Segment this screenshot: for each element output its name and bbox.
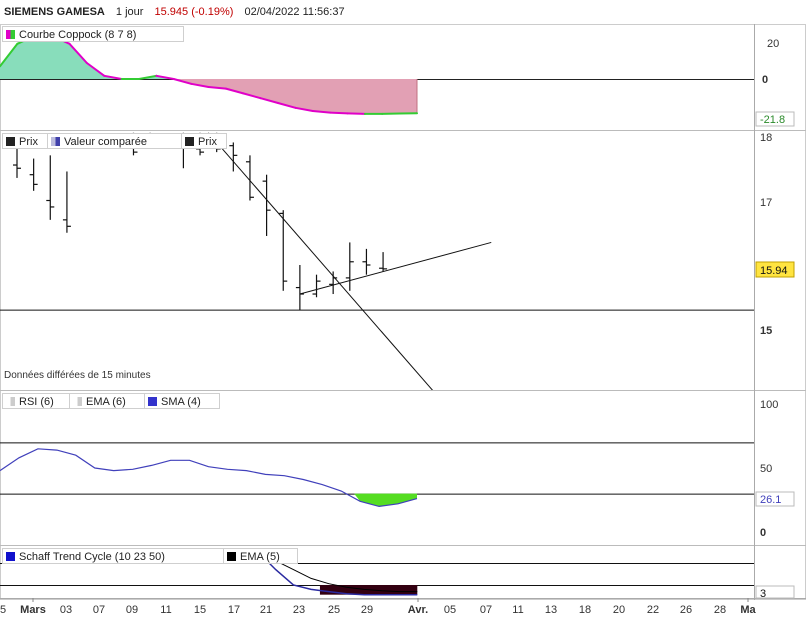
x-axis-label: 5 bbox=[0, 604, 6, 616]
coppock-legend[interactable]: Courbe Coppock (8 7 8) bbox=[2, 26, 184, 42]
price-trendline bbox=[207, 132, 433, 390]
x-axis-label: 13 bbox=[545, 604, 557, 616]
price-legend-compare[interactable]: Valeur comparée bbox=[47, 133, 182, 149]
schaff-label: Schaff Trend Cycle (10 23 50) bbox=[19, 551, 165, 563]
x-axis-label: 17 bbox=[228, 604, 240, 616]
price-tick-15: 15 bbox=[760, 325, 772, 337]
schaff-ema-label: EMA (5) bbox=[240, 551, 280, 563]
rsi-line bbox=[0, 448, 418, 508]
x-axis-label: Mars bbox=[20, 604, 46, 616]
rsi-tick-100: 100 bbox=[760, 399, 778, 411]
rsi-legend[interactable]: RSI (6) bbox=[2, 393, 70, 409]
price-tick-17: 17 bbox=[760, 197, 772, 209]
compare-swatch bbox=[51, 137, 60, 146]
rsi-label: RSI (6) bbox=[19, 396, 54, 408]
prix2-label: Prix bbox=[198, 136, 217, 148]
price-tick-18: 18 bbox=[760, 132, 772, 144]
x-axis-label: 09 bbox=[126, 604, 138, 616]
ema-label: EMA (6) bbox=[86, 396, 126, 408]
coppock-line-segment bbox=[329, 111, 349, 115]
x-axis-label: 11 bbox=[160, 604, 171, 616]
ema-swatch bbox=[73, 397, 82, 406]
price-plot bbox=[0, 132, 754, 390]
coppock-tick-0: 0 bbox=[762, 74, 768, 86]
rsi-tick-0: 0 bbox=[760, 527, 766, 539]
coppock-legend-swatch bbox=[6, 30, 15, 39]
x-axis-label: 22 bbox=[647, 604, 659, 616]
coppock-negative-area bbox=[0, 79, 417, 114]
coppock-legend-label: Courbe Coppock (8 7 8) bbox=[19, 29, 137, 41]
coppock-last-label: -21.8 bbox=[760, 114, 785, 126]
delay-note: Données différées de 15 minutes bbox=[4, 370, 151, 381]
schaff-legend[interactable]: Schaff Trend Cycle (10 23 50) bbox=[2, 548, 224, 564]
x-axis-label: 18 bbox=[579, 604, 591, 616]
sma-swatch bbox=[148, 397, 157, 406]
sma-legend[interactable]: SMA (4) bbox=[144, 393, 220, 409]
x-axis-label: 05 bbox=[444, 604, 456, 616]
rsi-swatch bbox=[6, 397, 15, 406]
prix-swatch bbox=[6, 137, 15, 146]
prix2-swatch bbox=[185, 137, 194, 146]
x-axis-label: Ma bbox=[740, 604, 756, 616]
rsi-oversold-area bbox=[354, 493, 417, 507]
x-axis-label: 26 bbox=[680, 604, 692, 616]
x-axis-label: 25 bbox=[328, 604, 340, 616]
x-axis-label: 21 bbox=[260, 604, 272, 616]
chart-stage: SIEMENS GAMESA 1 jour 15.945 (-0.19%) 02… bbox=[0, 0, 806, 618]
x-axis-label: 07 bbox=[480, 604, 492, 616]
price-last-label: 15.94 bbox=[760, 265, 788, 277]
rsi-tick-50: 50 bbox=[760, 463, 772, 475]
schaff-ema-swatch bbox=[227, 552, 236, 561]
schaff-last-label: 3 bbox=[760, 588, 766, 600]
x-axis-label: 15 bbox=[194, 604, 206, 616]
schaff-swatch bbox=[6, 552, 15, 561]
x-axis-label: 03 bbox=[60, 604, 72, 616]
price-legend-prix[interactable]: Prix bbox=[2, 133, 48, 149]
price-legend-prix-2[interactable]: Prix bbox=[181, 133, 227, 149]
coppock-tick-20: 20 bbox=[767, 38, 779, 50]
x-axis-label: 23 bbox=[293, 604, 305, 616]
x-axis-label: 28 bbox=[714, 604, 726, 616]
ema-legend[interactable]: EMA (6) bbox=[69, 393, 145, 409]
x-axis-label: 07 bbox=[93, 604, 105, 616]
prix-label: Prix bbox=[19, 136, 38, 148]
x-axis-label: 29 bbox=[361, 604, 373, 616]
x-axis-label: 20 bbox=[613, 604, 625, 616]
x-axis-label: 11 bbox=[512, 604, 523, 616]
schaff-ema-legend[interactable]: EMA (5) bbox=[223, 548, 298, 564]
x-axis-label: Avr. bbox=[408, 604, 428, 616]
chart-canvas: 20 0 -21.8 18 17 15 15.94 100 50 0 26.1 3 5 Mars 03 07 0… bbox=[0, 24, 806, 616]
sma-label: SMA (4) bbox=[161, 396, 201, 408]
rsi-last-label: 26.1 bbox=[760, 494, 781, 506]
price-trendline bbox=[299, 241, 492, 295]
compare-label: Valeur comparée bbox=[64, 136, 147, 148]
